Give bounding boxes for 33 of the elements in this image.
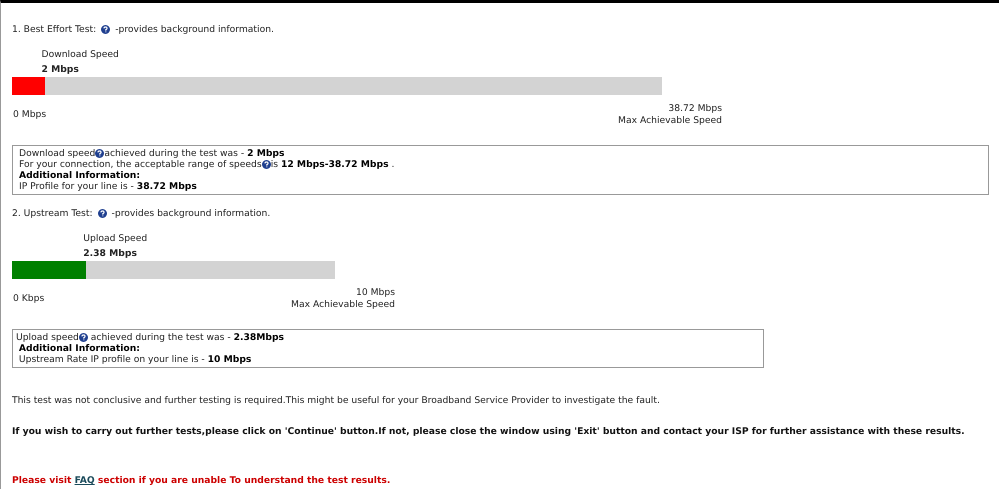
speed-value: 2 Mbps [42, 63, 80, 77]
heading-note: -provides background information. [115, 24, 274, 34]
scale-min: 0 Kbps [13, 293, 44, 304]
info-text: Upstream Rate IP profile on your line is - 10 Mbps [18, 354, 252, 365]
help-icon[interactable] [101, 24, 110, 34]
meter-label: Download Speed [42, 48, 120, 62]
test-heading: 2. Upstream Test: [12, 208, 93, 218]
faq-link[interactable]: FAQ [74, 475, 95, 486]
scale-caption: Max Achievable Speed [618, 115, 722, 127]
info-text: Upload speed [16, 332, 79, 343]
test-heading: 1. Best Effort Test: [12, 24, 96, 34]
instruction-text: If you wish to carry out further tests,please click on 'Continue' button.If not, please close the window using 'Exit' button and contact your ISP for further assistance with these results. [12, 426, 966, 437]
info-text: achieved during the test was - 2 Mbps [104, 148, 284, 159]
info-text: Download speed [19, 148, 96, 159]
info-text: is 12 Mbps-38.72 Mbps . [270, 159, 394, 170]
info-text: IP Profile for your line is - 38.72 Mbps [19, 181, 197, 192]
faq-note: Please visit FAQ section if you are unable To understand the test results. [12, 475, 390, 486]
info-text: Additional Information: [18, 343, 140, 354]
scale-min: 0 Mbps [13, 109, 46, 120]
info-text: achieved during the test was - 2.38Mbps [90, 332, 284, 343]
info-text: Additional Information: [19, 170, 140, 181]
heading-note: -provides background information. [112, 208, 270, 218]
help-icon[interactable] [95, 149, 104, 158]
result-note: This test was not conclusive and further testing is required.This might be useful for your Broadband Service Provider to investigate the fault. [12, 395, 661, 406]
speed-value: 2.38 Mbps [83, 247, 138, 261]
scale-max: 10 Mbps [355, 287, 395, 299]
info-text: For your connection, the acceptable range of speeds [19, 159, 262, 170]
meter-label: Upload Speed [83, 232, 148, 246]
help-icon[interactable] [78, 333, 88, 342]
scale-caption: Max Achievable Speed [291, 299, 395, 311]
help-icon[interactable] [262, 160, 271, 169]
help-icon[interactable] [98, 208, 107, 218]
scale-max: 38.72 Mbps [667, 103, 722, 115]
